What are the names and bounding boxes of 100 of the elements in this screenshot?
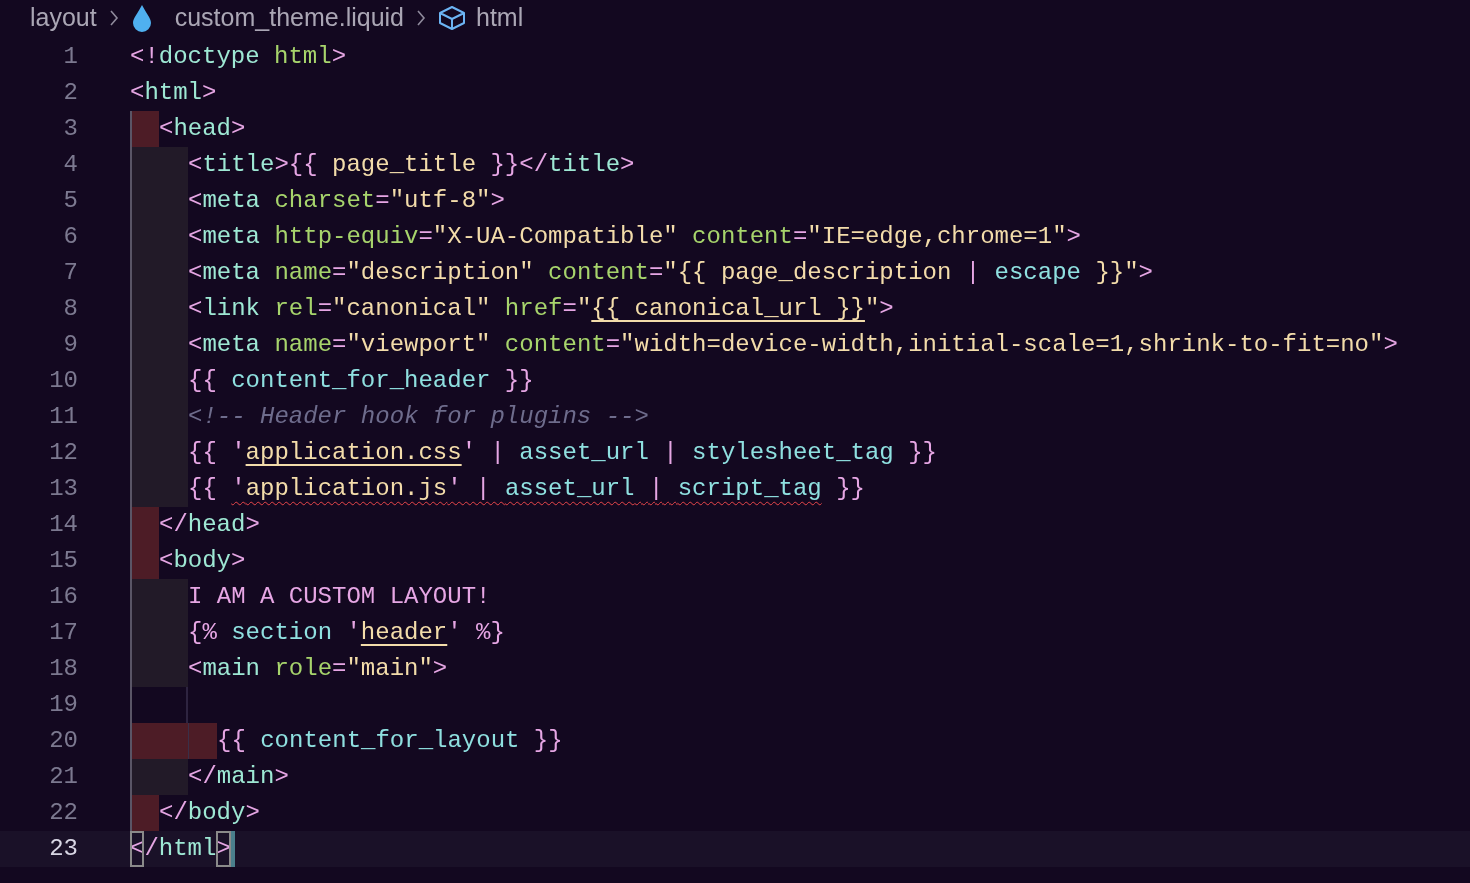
code-token: < [188, 330, 203, 360]
attribute-name: content [547, 258, 649, 288]
attribute-name: role [273, 654, 333, 684]
liquid-identifier: section [230, 618, 334, 648]
tag-name: body [187, 798, 246, 828]
string-literal: "description" [346, 258, 534, 288]
attribute-name: name [273, 330, 333, 360]
code-token: > [274, 762, 289, 792]
tag-name: title [202, 150, 275, 180]
code-token: < [188, 654, 203, 684]
code-token: | [647, 474, 665, 504]
code-token: </ [159, 798, 188, 828]
indent-highlight [130, 795, 159, 831]
line-number: 7 [62, 258, 78, 288]
code-token: ' | [447, 474, 492, 504]
string-literal: {{ canonical_url }} [591, 294, 865, 324]
line-number: 13 [48, 474, 78, 504]
tag-name: meta [202, 330, 260, 360]
code-token: < [188, 294, 203, 324]
liquid-identifier: stylesheet_tag [692, 438, 894, 468]
tag-name: link [202, 294, 260, 324]
water-drop-icon [130, 4, 153, 32]
code-token: > [245, 798, 260, 828]
code-token: > [432, 654, 448, 684]
attribute-name: name [273, 258, 333, 288]
code-token: = [648, 258, 664, 288]
code-comment: <!-- Header hook for plugins --> [188, 402, 649, 432]
chevron-right-icon [416, 9, 426, 27]
code-token: ' [346, 618, 361, 648]
line-number: 6 [62, 222, 78, 252]
code-token: }}</ [490, 150, 549, 180]
line-number: 22 [48, 798, 78, 828]
plain-text: I AM A CUSTOM LAYOUT! [188, 582, 491, 612]
text-cursor [230, 831, 235, 867]
liquid-identifier: escape [993, 258, 1082, 288]
attribute-name: content [503, 330, 606, 360]
code-token: < [188, 150, 203, 180]
code-token: < [159, 546, 174, 576]
code-token: = [375, 186, 390, 216]
line-number: 10 [48, 366, 78, 396]
tag-name: main [216, 762, 275, 792]
code-token: > [1138, 258, 1153, 288]
string-literal: "main" [346, 654, 433, 684]
line-number: 23 [48, 834, 78, 864]
line-number: 15 [48, 546, 78, 576]
indent-highlight [130, 543, 159, 579]
line-number: 3 [62, 114, 78, 144]
code-token: < [188, 222, 203, 252]
code-token: }} [504, 366, 534, 396]
code-token: ' %} [447, 618, 505, 648]
attribute-name: rel [273, 294, 318, 324]
tag-name: doctype [158, 42, 260, 72]
breadcrumb-item[interactable]: html [476, 0, 524, 37]
line-number: 16 [48, 582, 78, 612]
attribute-name: charset [273, 186, 376, 216]
code-token: </ [188, 762, 217, 792]
indent-highlight [130, 759, 159, 795]
code-token: = [792, 222, 808, 252]
code-token: > [202, 78, 217, 108]
line-number: 18 [48, 654, 78, 684]
code-token: {% [188, 618, 217, 648]
code-token: {{ [188, 366, 217, 396]
string-literal: "IE=edge,chrome=1" [807, 222, 1067, 252]
liquid-identifier: asset_url [519, 438, 649, 468]
code-token: = [332, 654, 347, 684]
code-token: > [1066, 222, 1081, 252]
line-number: 21 [48, 762, 78, 792]
liquid-identifier: content_for_header [230, 366, 492, 396]
string-literal: "viewport" [346, 330, 491, 360]
code-token: = [562, 294, 577, 324]
liquid-identifier: script_tag [677, 474, 822, 504]
line-number: 14 [48, 510, 78, 540]
code-token: > [245, 510, 260, 540]
attribute-name: http-equiv [273, 222, 419, 252]
code-token: <! [130, 42, 159, 72]
string-literal: header [360, 618, 448, 648]
attribute-name: html [273, 42, 332, 72]
line-number: 12 [48, 438, 78, 468]
tag-name: meta [202, 222, 260, 252]
breadcrumb-item[interactable]: layout [30, 0, 97, 37]
code-token: ' | [461, 438, 506, 468]
code-token: > [331, 42, 347, 72]
code-token: < [188, 258, 203, 288]
code-token: = [332, 330, 347, 360]
line-number: 5 [62, 186, 78, 216]
tag-name: title [548, 150, 621, 180]
tag-name: main [202, 654, 260, 684]
code-token: / [144, 834, 159, 864]
chevron-right-icon [108, 9, 119, 27]
code-token: >{{ [274, 150, 318, 180]
indent-highlight [159, 723, 188, 759]
tag-name: head [187, 510, 246, 540]
code-token: {{ [188, 474, 218, 504]
code-token: | [662, 438, 679, 468]
breadcrumb-item[interactable]: custom_theme.liquid [174, 0, 404, 37]
string-literal: " [576, 294, 592, 324]
code-token: > [231, 546, 246, 576]
liquid-identifier: asset_url [504, 474, 635, 504]
tag-name: meta [202, 186, 260, 216]
line-number: 1 [62, 42, 78, 72]
